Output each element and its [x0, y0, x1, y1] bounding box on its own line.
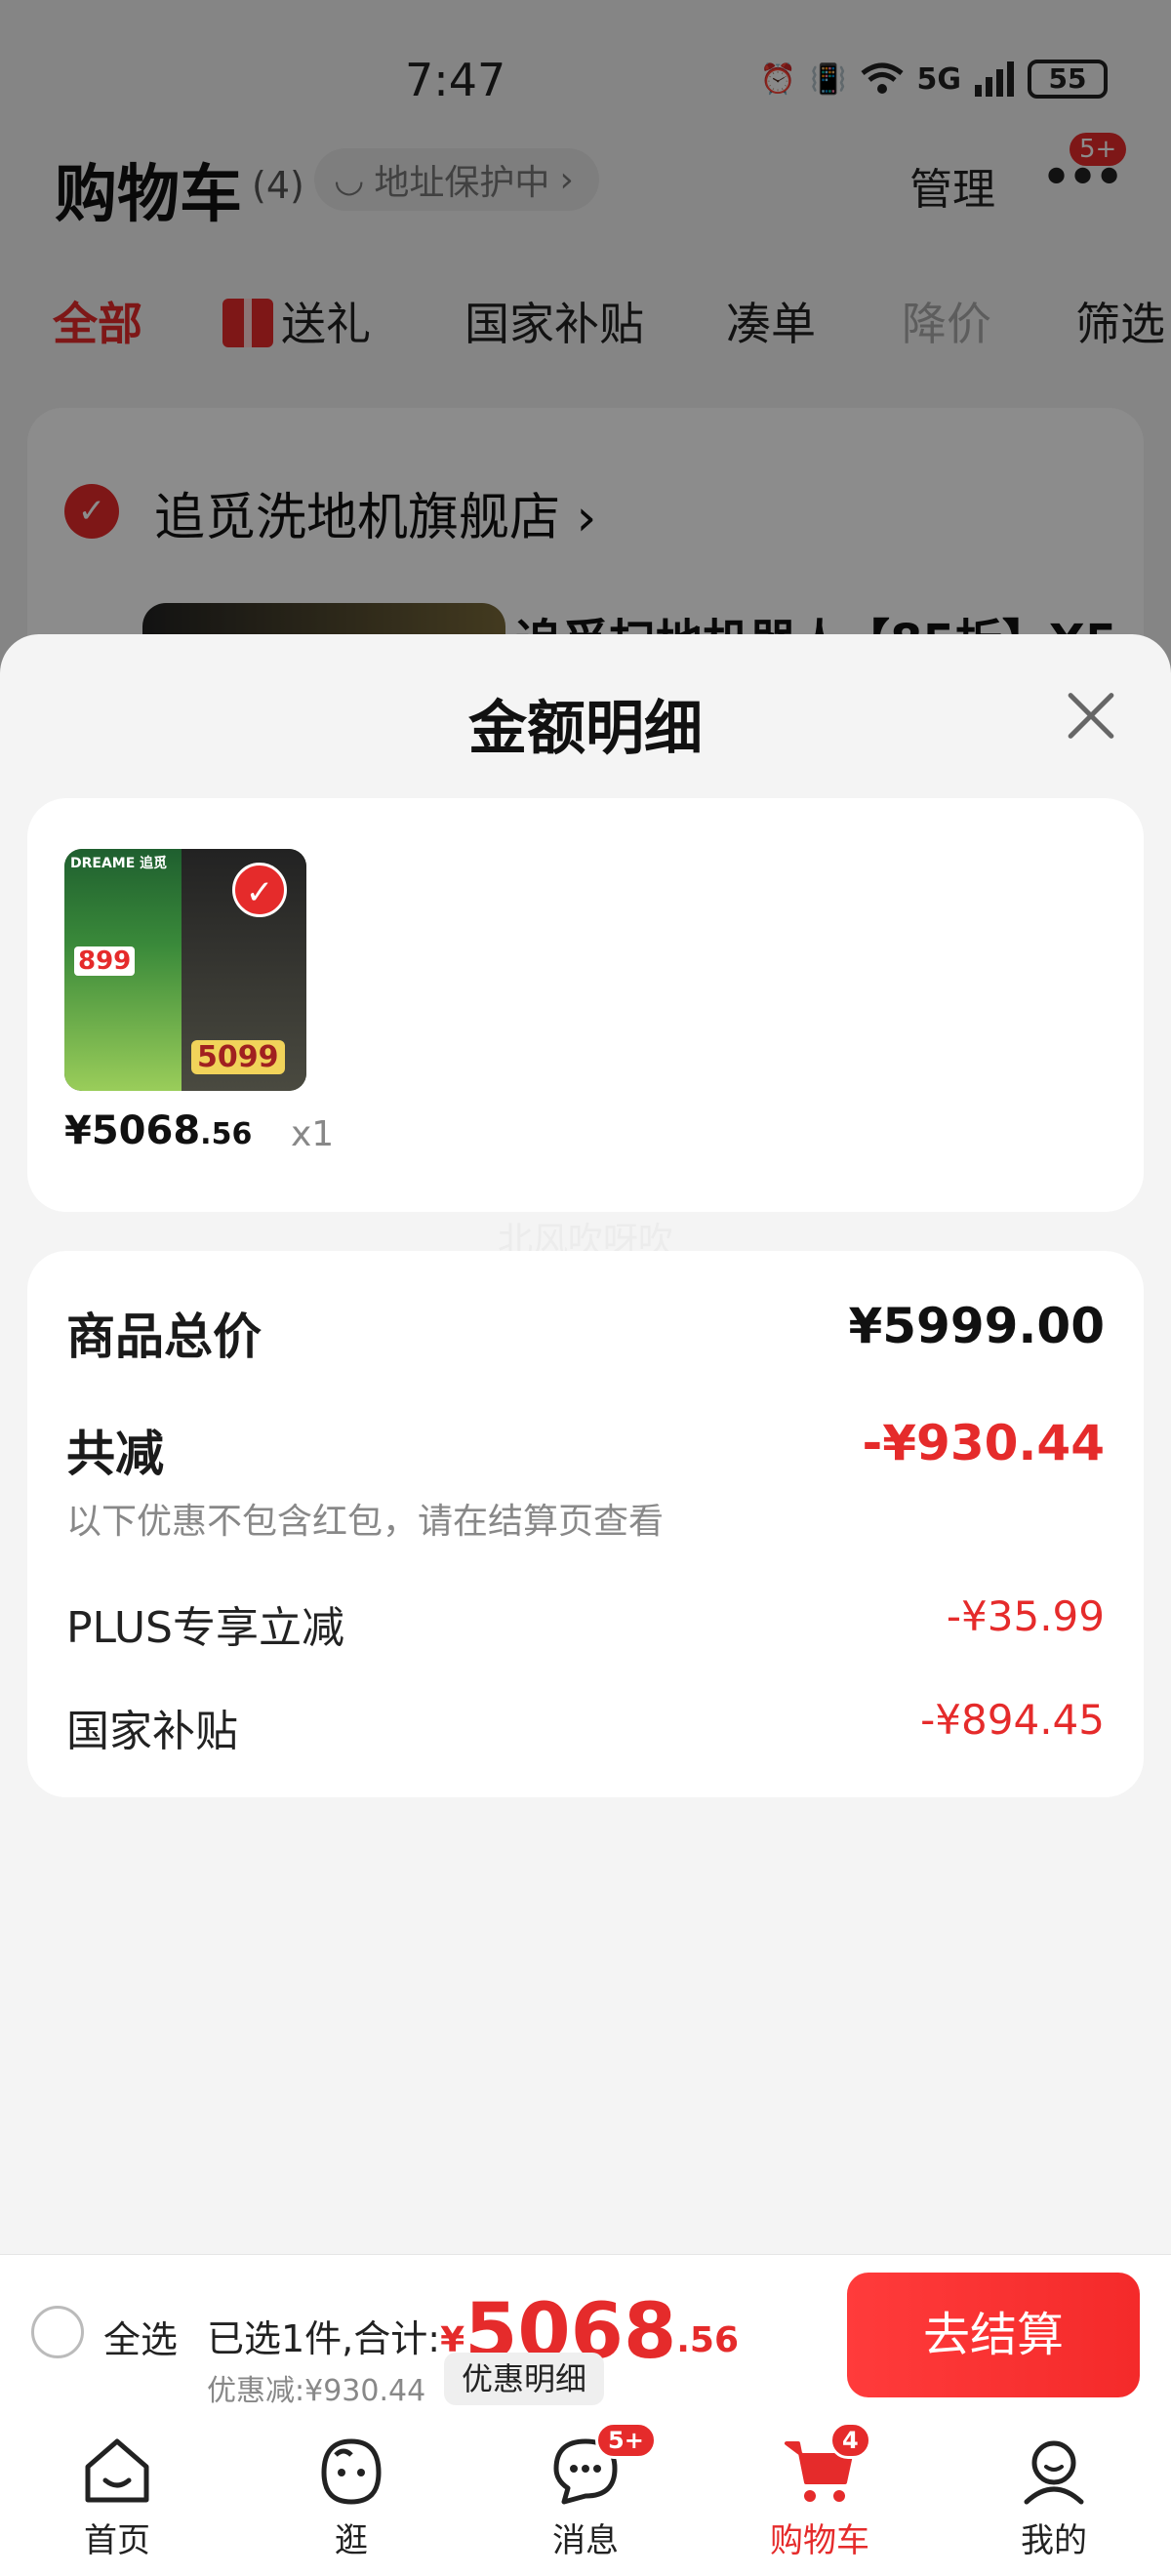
nav-item-messages[interactable]: 5+ 消息 — [507, 2422, 664, 2561]
selected-check-icon: ✓ — [232, 863, 287, 917]
item-price-dec: .56 — [200, 1117, 253, 1151]
discount-detail-button[interactable]: 优惠明细 — [444, 2353, 605, 2405]
price-detail-card: 商品总价 ¥5999.00 共减 -¥930.44 以下优惠不包含红包，请在结算… — [27, 1251, 1144, 1797]
product-image[interactable]: DREAME 追觅 899 5099 ✓ — [64, 849, 306, 1091]
plus-discount-label: PLUS专享立减 — [66, 1603, 344, 1653]
selected-item-card: DREAME 追觅 899 5099 ✓ ¥5068.56 x1 — [27, 798, 1144, 1212]
item-price-int: ¥5068 — [64, 1108, 201, 1153]
messages-badge: 5+ — [595, 2422, 657, 2459]
home-icon — [85, 2438, 149, 2503]
sheet-title: 金额明细 — [468, 695, 703, 763]
nav-label-profile: 我的 — [1021, 2521, 1087, 2560]
total-reduction-value: -¥930.44 — [862, 1415, 1106, 1471]
total-price-value: ¥5999.00 — [848, 1298, 1105, 1354]
select-all-radio[interactable] — [31, 2306, 84, 2358]
product-image-brand: DREAME 追觅 — [70, 856, 168, 871]
nav-item-profile[interactable]: 我的 — [976, 2434, 1132, 2561]
nav-label-messages: 消息 — [552, 2521, 619, 2560]
plus-discount-value: -¥35.99 — [946, 1592, 1105, 1640]
nav-label-cart: 购物车 — [770, 2521, 869, 2560]
total-price-label: 商品总价 — [66, 1308, 262, 1365]
amount-detail-sheet: 金额明细 DREAME 追觅 899 5099 ✓ ¥5068.56 x1 北风… — [0, 634, 1171, 2254]
national-subsidy-value: -¥894.45 — [920, 1696, 1105, 1744]
total-reduction-label: 共减 — [66, 1426, 164, 1482]
close-icon[interactable] — [1056, 681, 1126, 751]
item-quantity: x1 — [291, 1114, 335, 1154]
nav-label-browse: 逛 — [335, 2521, 368, 2560]
bottom-nav: 首页 逛 5+ 消息 4 购物车 我的 — [0, 2416, 1171, 2576]
profile-icon — [1024, 2440, 1084, 2505]
discount-amount: 优惠减:¥930.44 — [207, 2374, 426, 2408]
total-amount-dec: .56 — [676, 2320, 739, 2360]
nav-label-home: 首页 — [84, 2521, 150, 2560]
nav-item-home[interactable]: 首页 — [39, 2434, 195, 2561]
product-image-price-badge: 899 — [74, 946, 136, 976]
reduction-note-text: 以下优惠不包含红包，请在结算页查看 — [66, 1502, 665, 1542]
national-subsidy-label: 国家补贴 — [66, 1707, 238, 1756]
checkout-bar: 全选 已选1件,合计:¥5068.56 优惠减:¥930.44 优惠明细 去结算 — [0, 2254, 1171, 2416]
cart-icon-wrap: 4 — [783, 2422, 871, 2508]
nav-item-browse[interactable]: 逛 — [273, 2434, 429, 2561]
cart-badge: 4 — [829, 2422, 871, 2459]
message-icon-wrap: 5+ — [548, 2422, 657, 2508]
summary-prefix: 已选1件,合计: — [207, 2317, 441, 2360]
checkout-button[interactable]: 去结算 — [847, 2273, 1140, 2397]
product-image-price-tag: 5099 — [191, 1040, 285, 1074]
select-all-label[interactable]: 全选 — [103, 2310, 178, 2363]
item-price: ¥5068.56 — [64, 1108, 252, 1153]
browse-icon — [321, 2438, 382, 2505]
nav-item-cart[interactable]: 4 购物车 — [742, 2422, 898, 2561]
